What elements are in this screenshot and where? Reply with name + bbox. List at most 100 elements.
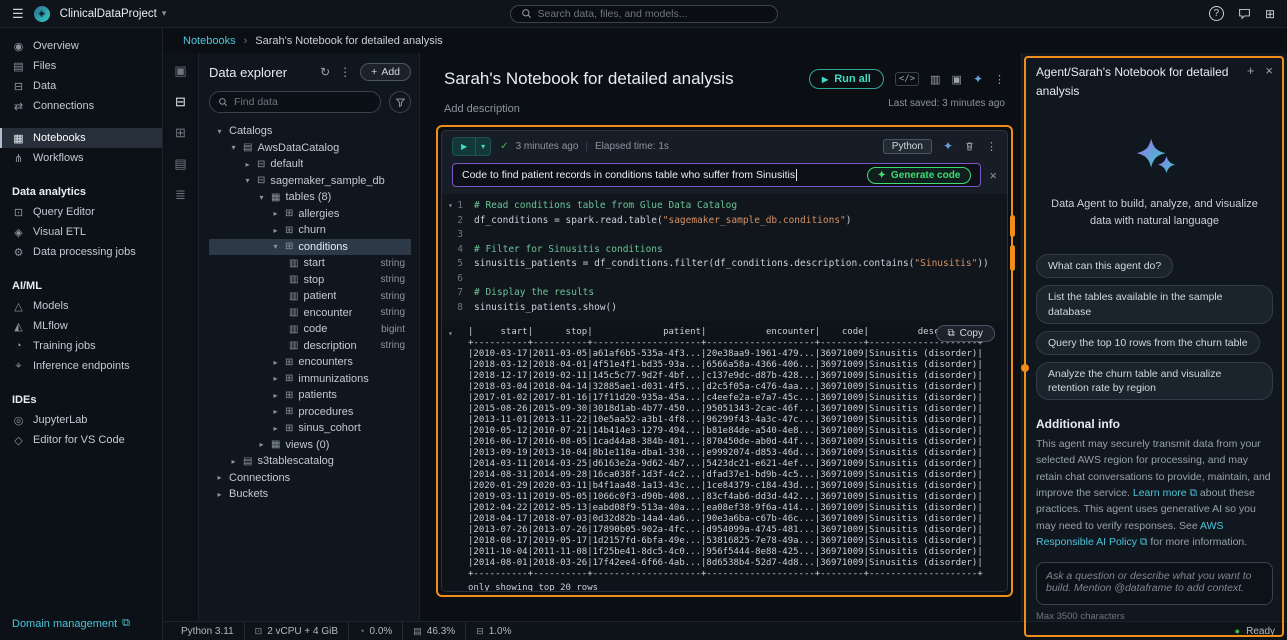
annotation-handle[interactable]: [1010, 215, 1015, 237]
annotation-handle[interactable]: [1021, 364, 1029, 372]
tree-node-s3tablescatalog[interactable]: ▸ ▤ s3tablescatalog: [209, 453, 411, 470]
ai-sparkle-icon[interactable]: ✦: [943, 139, 953, 153]
agent-suggestion-chip[interactable]: What can this agent do?: [1036, 254, 1173, 278]
status-compute[interactable]: ⊡ 2 vCPU + 4 GiB: [245, 622, 349, 640]
tree-column-code[interactable]: ▥ code bigint: [209, 321, 411, 338]
add-data-button[interactable]: + Add: [360, 63, 411, 81]
files-panel-icon[interactable]: ▤: [174, 156, 186, 172]
code-view-icon[interactable]: </>: [895, 72, 919, 86]
sidebar-item-files[interactable]: ▤ Files: [0, 56, 162, 76]
agent-question-input[interactable]: [1046, 570, 1263, 597]
tree-node-conditions[interactable]: ▾ ⊞ conditions: [209, 239, 411, 256]
tree-node-connections[interactable]: ▸ Connections: [209, 470, 411, 487]
tree-column-patient[interactable]: ▥ patient string: [209, 288, 411, 305]
sidebar-item-models[interactable]: △ Models: [0, 296, 162, 316]
tree-column-description[interactable]: ▥ description string: [209, 338, 411, 355]
data-explorer-panel-icon[interactable]: ⊟: [175, 94, 186, 110]
find-data-input[interactable]: [234, 96, 372, 108]
tree-node-catalogs[interactable]: ▾ Catalogs: [209, 123, 411, 140]
sidebar-item-vscode-editor[interactable]: ◇ Editor for VS Code: [0, 430, 162, 450]
run-cell-button[interactable]: ▶ ▾: [452, 137, 491, 156]
snippets-panel-icon[interactable]: ⊞: [175, 125, 186, 141]
tree-node-views[interactable]: ▸ ▦ views (0): [209, 437, 411, 454]
sidebar-item-visual-etl[interactable]: ◈ Visual ETL: [0, 222, 162, 242]
sidebar-item-jupyterlab[interactable]: ◎ JupyterLab: [0, 410, 162, 430]
sidebar-item-inference-endpoints[interactable]: ⌖ Inference endpoints: [0, 356, 162, 376]
status-kernel-state[interactable]: ● Ready: [1235, 626, 1279, 637]
sidebar-item-data-processing-jobs[interactable]: ⚙ Data processing jobs: [0, 242, 162, 262]
agent-suggestion-chip[interactable]: Analyze the churn table and visualize re…: [1036, 362, 1273, 400]
kebab-menu-icon[interactable]: ⋮: [994, 73, 1005, 86]
refresh-icon[interactable]: ↻: [320, 65, 330, 79]
sidebar-toggle-icon[interactable]: ☰: [12, 6, 24, 22]
split-view-icon[interactable]: ▥: [930, 73, 940, 86]
status-disk-usage[interactable]: ⊟ 1.0%: [466, 622, 521, 640]
feedback-icon[interactable]: [1238, 7, 1251, 20]
agent-suggestion-chip[interactable]: List the tables available in the sample …: [1036, 285, 1273, 323]
tree-node-awsdatacatalog[interactable]: ▾ ▤ AwsDataCatalog: [209, 140, 411, 157]
find-data-box[interactable]: [209, 91, 381, 113]
sidebar-item-overview[interactable]: ◉ Overview: [0, 36, 162, 56]
project-switcher[interactable]: ClinicalDataProject ▾: [60, 8, 167, 20]
agent-suggestion-chip[interactable]: Query the top 10 rows from the churn tab…: [1036, 331, 1260, 355]
tree-node-buckets[interactable]: ▸ Buckets: [209, 486, 411, 503]
column-type: bigint: [381, 324, 405, 335]
code-editor[interactable]: ▾ 1# Read conditions table from Glue Dat…: [442, 194, 1007, 321]
status-cpu-usage[interactable]: ◔ 0.0%: [349, 622, 403, 640]
play-icon: ▶: [822, 75, 828, 84]
tree-node-procedures[interactable]: ▸ ⊞ procedures: [209, 404, 411, 421]
kebab-menu-icon[interactable]: ⋮: [986, 140, 997, 153]
tree-node-default[interactable]: ▸ ⊟ default: [209, 156, 411, 173]
close-icon[interactable]: ×: [1265, 63, 1273, 100]
tree-column-encounter[interactable]: ▥ encounter string: [209, 305, 411, 322]
tree-node-patients[interactable]: ▸ ⊞ patients: [209, 387, 411, 404]
new-chat-icon[interactable]: +: [1247, 63, 1255, 100]
delete-cell-icon[interactable]: [964, 141, 975, 152]
ai-prompt-input[interactable]: Code to find patient records in conditio…: [452, 163, 981, 187]
tree-node-sinus-cohort[interactable]: ▸ ⊞ sinus_cohort: [209, 420, 411, 437]
breadcrumb-notebooks-link[interactable]: Notebooks: [183, 35, 236, 47]
learn-more-link[interactable]: Learn more ⧉: [1133, 487, 1197, 499]
sidebar-item-data[interactable]: ⊟ Data: [0, 76, 162, 96]
tree-node-allergies[interactable]: ▸ ⊞ allergies: [209, 206, 411, 223]
run-all-button[interactable]: ▶ Run all: [809, 69, 884, 89]
sidebar-item-label: Data: [33, 80, 56, 92]
notebook-area: Sarah's Notebook for detailed analysis A…: [420, 53, 1021, 621]
sidebar-item-mlflow[interactable]: ◭ MLflow: [0, 316, 162, 336]
tree-node-immunizations[interactable]: ▸ ⊞ immunizations: [209, 371, 411, 388]
ai-sparkle-icon[interactable]: ✦: [973, 72, 983, 86]
kebab-menu-icon[interactable]: ⋮: [339, 65, 351, 79]
tree-column-start[interactable]: ▥ start string: [209, 255, 411, 272]
status-python-version[interactable]: Python 3.11: [171, 622, 245, 640]
tree-node-sagemaker-sample-db[interactable]: ▾ ⊟ sagemaker_sample_db: [209, 173, 411, 190]
tree-node-encounters[interactable]: ▸ ⊞ encounters: [209, 354, 411, 371]
collapse-code-icon[interactable]: ▾: [448, 201, 453, 210]
apps-grid-icon[interactable]: ⊞: [1265, 7, 1275, 21]
snapshot-icon[interactable]: ▣: [952, 73, 962, 86]
tree-column-stop[interactable]: ▥ stop string: [209, 272, 411, 289]
sidebar-item-workflows[interactable]: ⋔ Workflows: [0, 148, 162, 168]
notebook-panel-icon[interactable]: ▣: [174, 63, 186, 79]
tree-node-tables[interactable]: ▾ ▦ tables (8): [209, 189, 411, 206]
sidebar-item-notebooks[interactable]: ▦ Notebooks: [0, 128, 162, 148]
agent-input-box[interactable]: [1036, 562, 1273, 605]
global-search-input[interactable]: [538, 8, 767, 20]
app-logo-icon[interactable]: ◈: [34, 6, 50, 22]
status-memory-usage[interactable]: ▤ 46.3%: [403, 622, 466, 640]
global-search-box[interactable]: [510, 5, 778, 23]
outline-panel-icon[interactable]: ≣: [175, 187, 186, 203]
sidebar-item-query-editor[interactable]: ⊡ Query Editor: [0, 202, 162, 222]
sidebar-item-connections[interactable]: ⇄ Connections: [0, 96, 162, 116]
generate-code-button[interactable]: ✦ Generate code: [867, 167, 972, 184]
tree-node-churn[interactable]: ▸ ⊞ churn: [209, 222, 411, 239]
sidebar-item-training-jobs[interactable]: ◔ Training jobs: [0, 336, 162, 356]
kernel-selector[interactable]: Python: [883, 139, 932, 154]
annotation-handle[interactable]: [1010, 245, 1015, 271]
filter-funnel-icon[interactable]: [389, 91, 411, 113]
copy-output-button[interactable]: ⧉ Copy: [936, 325, 996, 342]
close-icon[interactable]: ×: [989, 168, 997, 183]
help-icon[interactable]: ?: [1209, 6, 1224, 21]
add-description-field[interactable]: Add description: [444, 103, 734, 115]
collapse-output-icon[interactable]: ▾: [448, 329, 453, 338]
domain-management-link[interactable]: Domain management ⧉: [0, 611, 162, 640]
